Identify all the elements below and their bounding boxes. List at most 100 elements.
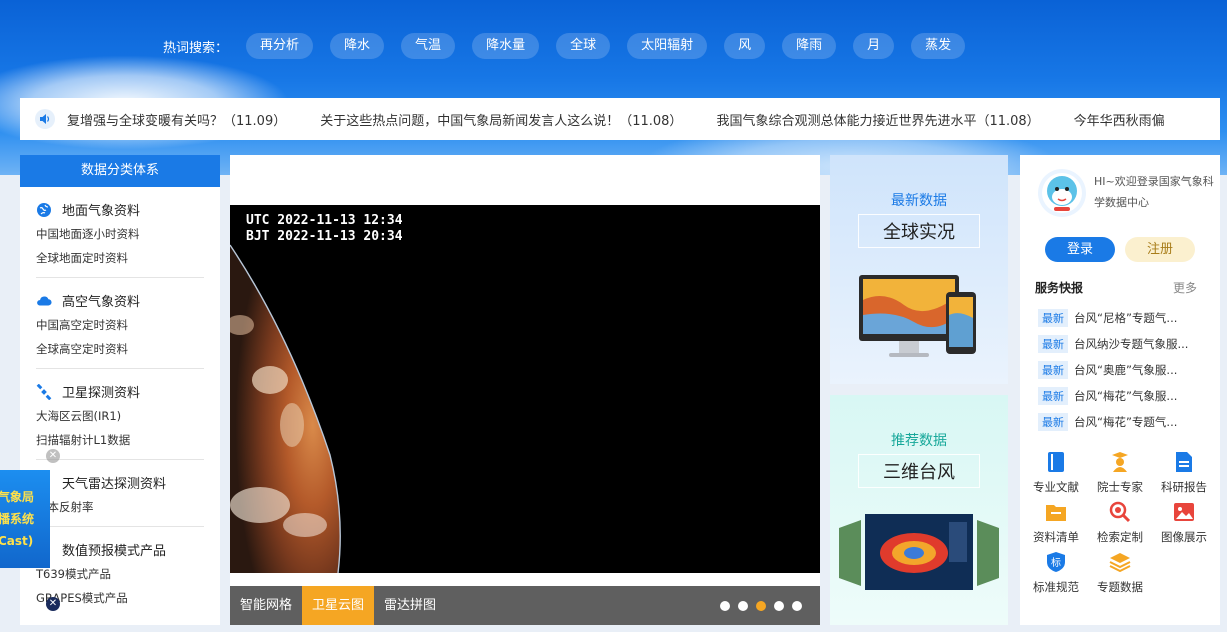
- category-satellite: 卫星探测资料 大海区云图(IR1) 扫描辐射计L1数据: [20, 382, 220, 449]
- folder-icon: [1045, 501, 1067, 523]
- news-item[interactable]: 今年华西秋雨偏: [1074, 110, 1165, 129]
- quick-link-reports[interactable]: 科研报告: [1152, 451, 1216, 495]
- quick-link-label: 专题数据: [1097, 580, 1143, 594]
- category-link[interactable]: 中国地面逐小时资料: [36, 225, 204, 243]
- floating-ad[interactable]: 气象局 播系统 Cast): [0, 470, 50, 568]
- divider: [36, 277, 204, 278]
- speaker-icon: [35, 109, 55, 129]
- category-title[interactable]: 数值预报模式产品: [36, 540, 204, 559]
- ad-line: Cast): [0, 534, 34, 548]
- quick-link-experts[interactable]: 院士专家: [1088, 451, 1152, 495]
- new-badge: 最新: [1038, 309, 1068, 327]
- hot-tag[interactable]: 气温: [401, 33, 456, 59]
- service-news-item[interactable]: 最新 台风纳沙专题气象服...: [1038, 331, 1208, 357]
- panel-title: 数据分类体系: [20, 155, 220, 187]
- category-title[interactable]: 卫星探测资料: [36, 382, 204, 401]
- divider: [36, 459, 204, 460]
- quick-link-data-list[interactable]: 资料清单: [1024, 501, 1088, 545]
- welcome-text: HI~欢迎登录国家气象科学数据中心: [1094, 175, 1214, 209]
- card-subtitle: 最新数据: [891, 193, 947, 209]
- card-subtitle: 推荐数据: [891, 433, 947, 449]
- satellite-image: UTC 2022-11-13 12:34 BJT 2022-11-13 20:3…: [230, 205, 820, 573]
- quick-links-grid: 专业文献 院士专家 科研报告 资料清单 检索定制 图像展示 标 标准规范 专题数: [1024, 451, 1216, 595]
- standard-icon: 标: [1045, 551, 1067, 573]
- hot-tag[interactable]: 蒸发: [911, 33, 966, 59]
- quick-link-label: 检索定制: [1097, 530, 1143, 544]
- service-news-title: 服务快报: [1035, 281, 1084, 295]
- tab-satellite-cloud[interactable]: 卫星云图: [302, 586, 375, 625]
- tab-smart-grid[interactable]: 智能网格: [230, 586, 302, 625]
- service-news-text: 台风纳沙专题气象服...: [1074, 337, 1189, 351]
- divider: [36, 526, 204, 527]
- category-link[interactable]: 全球高空定时资料: [36, 340, 204, 358]
- category-title[interactable]: 天气雷达探测资料: [36, 473, 204, 492]
- slider-dot[interactable]: [774, 601, 784, 611]
- quick-link-topic-data[interactable]: 专题数据: [1088, 551, 1152, 595]
- hot-tag[interactable]: 再分析: [246, 33, 314, 59]
- data-category-panel: 数据分类体系 地面气象资料 中国地面逐小时资料 全球地面定时资料 高空气象资料 …: [20, 155, 220, 625]
- category-radar: 天气雷达探测资料 基本反射率: [20, 473, 220, 516]
- hot-tag[interactable]: 全球: [556, 33, 611, 59]
- user-panel: HI~欢迎登录国家气象科学数据中心 登录 注册 服务快报 更多 最新 台风“尼格”…: [1020, 155, 1220, 625]
- news-item[interactable]: 关于这些热点问题，中国气象局新闻发言人这么说！（11.08）: [320, 110, 682, 129]
- hot-tag[interactable]: 降水量: [472, 33, 540, 59]
- card-title: 三维台风: [858, 454, 980, 488]
- category-label: 高空气象资料: [62, 295, 141, 310]
- quick-link-standards[interactable]: 标 标准规范: [1024, 551, 1088, 595]
- category-link[interactable]: T639模式产品: [36, 565, 204, 583]
- card-global-live[interactable]: 最新数据 全球实况: [830, 155, 1008, 384]
- register-button[interactable]: 注册: [1125, 237, 1195, 262]
- utc-time: UTC 2022-11-13 12:34: [246, 213, 403, 228]
- tab-radar-mosaic[interactable]: 雷达拼图: [374, 586, 446, 625]
- news-item[interactable]: 复增强与全球变暖有关吗？（11.09）: [67, 110, 286, 129]
- category-link[interactable]: 基本反射率: [36, 498, 204, 516]
- category-surface: 地面气象资料 中国地面逐小时资料 全球地面定时资料: [20, 200, 220, 267]
- slider-dot[interactable]: [792, 601, 802, 611]
- category-link[interactable]: GRAPES模式产品: [36, 589, 204, 607]
- service-news-item[interactable]: 最新 台风“尼格”专题气...: [1038, 305, 1208, 331]
- bjt-time: BJT 2022-11-13 20:34: [246, 229, 403, 244]
- card-3d-typhoon[interactable]: 推荐数据 三维台风: [830, 395, 1008, 625]
- service-news-item[interactable]: 最新 台风“梅花”专题气...: [1038, 409, 1208, 435]
- hot-search-bar: 热词搜索： 再分析 降水 气温 降水量 全球 太阳辐射 风 降雨 月 蒸发: [163, 33, 982, 59]
- hot-tag[interactable]: 太阳辐射: [627, 33, 708, 59]
- news-item[interactable]: 我国气象综合观测总体能力接近世界先进水平（11.08）: [716, 110, 1039, 129]
- mascot-avatar: [1038, 169, 1086, 217]
- quick-link-label: 院士专家: [1097, 480, 1143, 494]
- svg-text:标: 标: [1051, 557, 1061, 569]
- category-link[interactable]: 大海区云图(IR1): [36, 407, 204, 425]
- quick-link-literature[interactable]: 专业文献: [1024, 451, 1088, 495]
- new-badge: 最新: [1038, 387, 1068, 405]
- category-title[interactable]: 地面气象资料: [36, 200, 204, 219]
- slider-dot[interactable]: [738, 601, 748, 611]
- typhoon-illustration: [839, 514, 999, 590]
- service-news-item[interactable]: 最新 台风“奥鹿”气象服...: [1038, 357, 1208, 383]
- category-label: 卫星探测资料: [62, 386, 141, 401]
- hot-tag[interactable]: 降雨: [782, 33, 837, 59]
- slider-dots: [712, 601, 802, 611]
- category-title[interactable]: 高空气象资料: [36, 291, 204, 310]
- quick-link-search-custom[interactable]: 检索定制: [1088, 501, 1152, 545]
- hot-tag[interactable]: 风: [724, 33, 766, 59]
- hot-tag[interactable]: 月: [853, 33, 895, 59]
- login-button[interactable]: 登录: [1045, 237, 1115, 262]
- service-news-item[interactable]: 最新 台风“梅花”气象服...: [1038, 383, 1208, 409]
- quick-link-label: 图像展示: [1161, 530, 1207, 544]
- hot-tag[interactable]: 降水: [330, 33, 385, 59]
- close-icon[interactable]: ✕: [46, 597, 60, 611]
- category-link[interactable]: 中国高空定时资料: [36, 316, 204, 334]
- more-link[interactable]: 更多: [1173, 279, 1197, 296]
- category-link[interactable]: 全球地面定时资料: [36, 249, 204, 267]
- quick-link-images[interactable]: 图像展示: [1152, 501, 1216, 545]
- new-badge: 最新: [1038, 413, 1068, 431]
- globe-icon: [36, 202, 52, 218]
- close-icon[interactable]: ✕: [46, 449, 60, 463]
- slider-dot[interactable]: [720, 601, 730, 611]
- slider-dot-active[interactable]: [756, 601, 766, 611]
- devices-illustration: [859, 275, 976, 357]
- book-icon: [1045, 451, 1067, 473]
- category-label: 地面气象资料: [62, 204, 141, 219]
- category-link[interactable]: 扫描辐射计L1数据: [36, 431, 204, 449]
- search-icon: [1109, 501, 1131, 523]
- image-slider: UTC 2022-11-13 12:34 BJT 2022-11-13 20:3…: [230, 155, 820, 625]
